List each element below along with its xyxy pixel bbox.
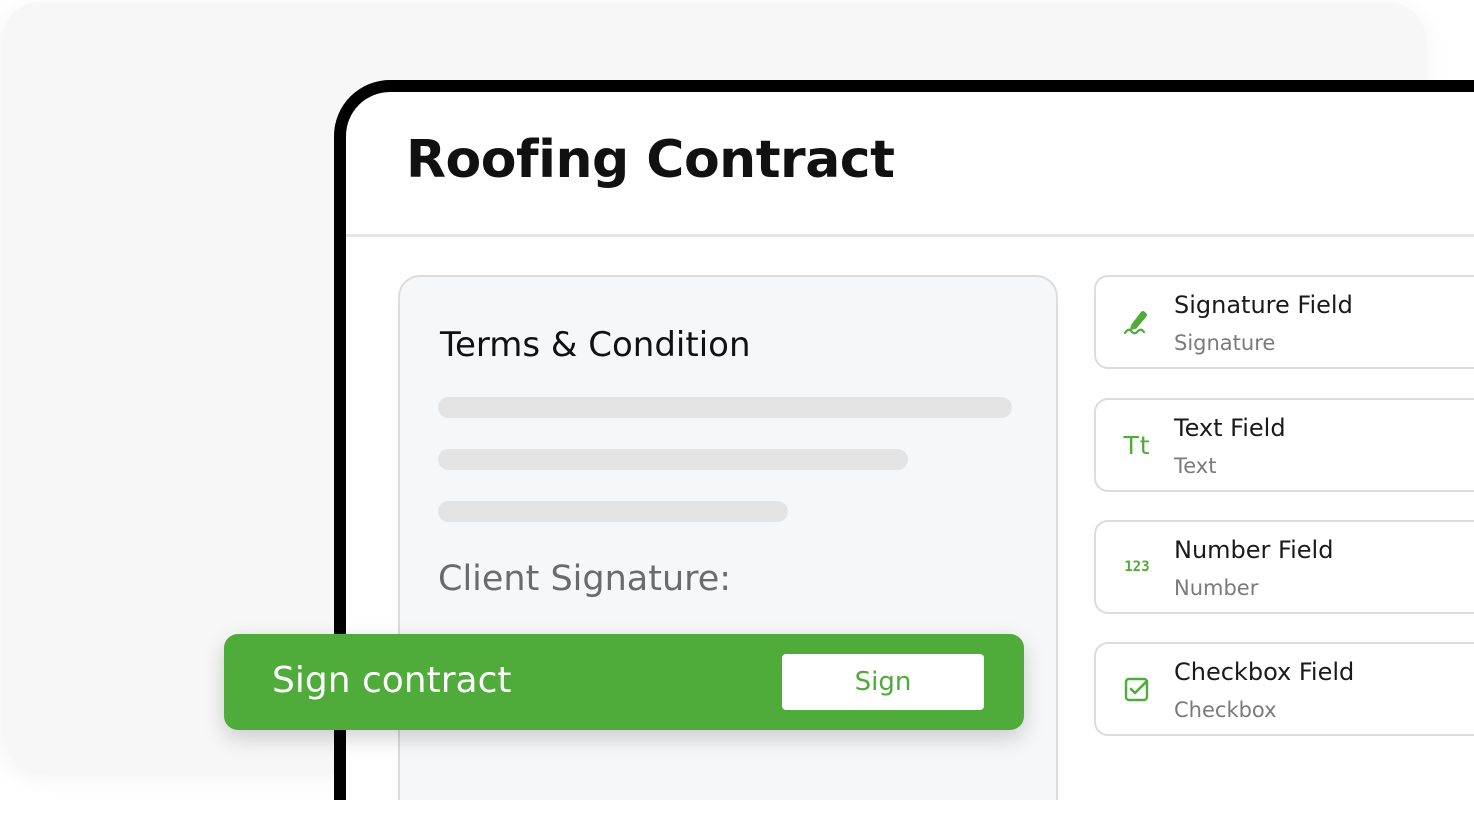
field-title: Signature Field	[1174, 291, 1353, 319]
document-header: Roofing Contract	[346, 92, 1474, 237]
number-123-icon: 123	[1120, 550, 1154, 584]
field-title: Checkbox Field	[1174, 658, 1355, 686]
text-placeholder-line	[438, 501, 788, 522]
number-123-glyph: 123	[1124, 559, 1150, 575]
field-title: Text Field	[1174, 414, 1286, 442]
text-tt-glyph: Tt	[1123, 430, 1151, 460]
text-placeholder-line	[438, 397, 1012, 418]
field-subtitle: Number	[1174, 576, 1259, 600]
signature-pen-icon	[1120, 305, 1154, 339]
page-title: Roofing Contract	[406, 130, 895, 190]
field-card-checkbox[interactable]: Checkbox Field Checkbox	[1094, 642, 1474, 736]
terms-title: Terms & Condition	[440, 325, 751, 365]
sign-contract-label: Sign contract	[272, 660, 512, 701]
field-title: Number Field	[1174, 536, 1334, 564]
checkbox-icon	[1120, 672, 1154, 706]
field-subtitle: Checkbox	[1174, 698, 1277, 722]
text-placeholder-line	[438, 449, 908, 470]
client-signature-label: Client Signature:	[438, 559, 732, 599]
sign-contract-banner: Sign contract Sign	[224, 634, 1024, 730]
field-card-signature[interactable]: Signature Field Signature	[1094, 275, 1474, 369]
field-subtitle: Text	[1174, 454, 1217, 478]
field-card-text[interactable]: Tt Text Field Text	[1094, 398, 1474, 492]
sign-button[interactable]: Sign	[782, 654, 984, 710]
field-card-number[interactable]: 123 Number Field Number	[1094, 520, 1474, 614]
field-subtitle: Signature	[1174, 331, 1276, 355]
stage: Roofing Contract Terms & Condition Clien…	[0, 0, 1474, 818]
text-tt-icon: Tt	[1120, 428, 1154, 462]
